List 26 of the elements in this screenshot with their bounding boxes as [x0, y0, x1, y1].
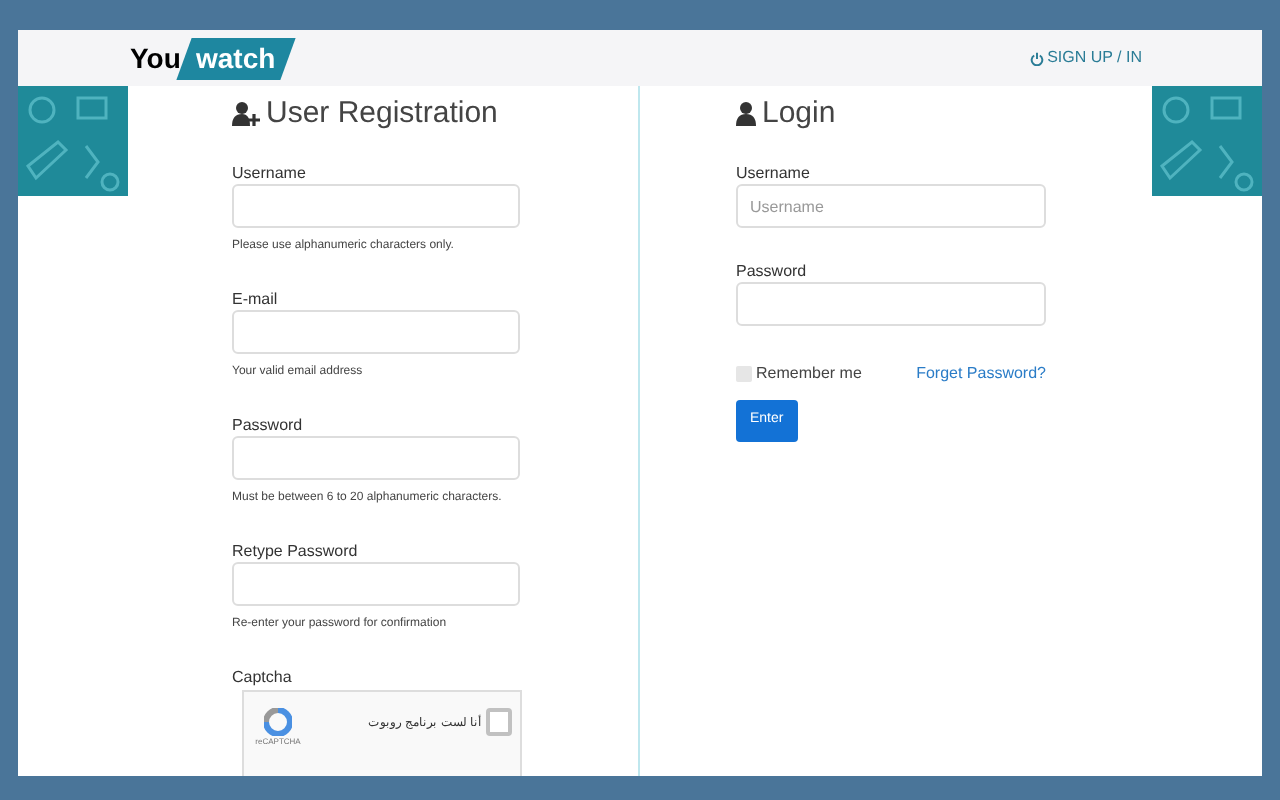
input-field[interactable] — [232, 562, 520, 606]
forgot-password-link[interactable]: Forget Password? — [916, 362, 1046, 386]
input-field[interactable] — [232, 310, 520, 354]
field-label: Username — [232, 162, 308, 184]
input-field[interactable] — [232, 184, 520, 228]
field-label: Captcha — [232, 666, 294, 688]
captcha-checkbox[interactable] — [486, 708, 512, 736]
field-label: Password — [232, 414, 305, 436]
sign-up-link[interactable]: SIGN UP / IN — [1029, 46, 1142, 70]
field-label: Retype Password — [232, 540, 360, 562]
section-title: Login — [736, 94, 1152, 134]
input-field[interactable] — [232, 436, 520, 480]
recaptcha-icon — [264, 708, 292, 736]
pattern-banner — [1152, 86, 1262, 196]
pattern-banner — [18, 86, 128, 196]
user-icon — [736, 102, 756, 126]
add-user-icon — [232, 102, 260, 126]
field-label: E-mail — [232, 288, 280, 310]
field-label: Username — [736, 162, 812, 184]
input-field[interactable]: Username — [736, 184, 1046, 228]
remember-label: Remember me — [756, 362, 862, 386]
remember-checkbox[interactable] — [736, 366, 752, 382]
input-field[interactable] — [736, 282, 1046, 326]
section-title: User Registration — [232, 94, 638, 134]
power-icon — [1029, 51, 1044, 65]
field-label: Password — [736, 260, 809, 282]
